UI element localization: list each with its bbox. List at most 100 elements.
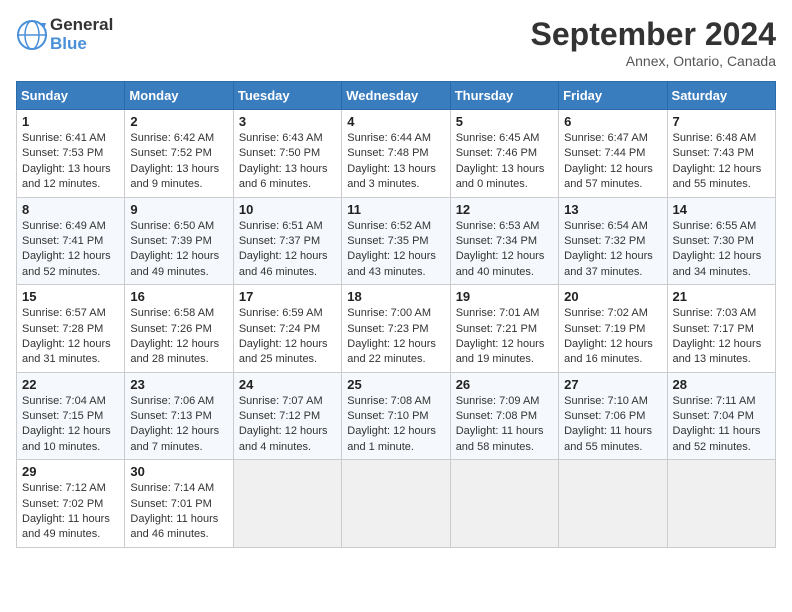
- day-number: 29: [22, 464, 119, 479]
- day-info: Sunrise: 7:08 AM Sunset: 7:10 PM Dayligh…: [347, 394, 444, 456]
- daylight-label: Daylight: 12 hours and 7 minutes.: [130, 425, 219, 452]
- calendar-cell: 15 Sunrise: 6:57 AM Sunset: 7:28 PM Dayl…: [17, 285, 125, 373]
- calendar-cell: 4 Sunrise: 6:44 AM Sunset: 7:48 PM Dayli…: [342, 110, 450, 198]
- day-info: Sunrise: 6:52 AM Sunset: 7:35 PM Dayligh…: [347, 219, 444, 281]
- day-number: 24: [239, 377, 336, 392]
- sunset-label: Sunset: 7:12 PM: [239, 410, 320, 422]
- sunrise-label: Sunrise: 7:09 AM: [456, 395, 540, 407]
- calendar-cell: 24 Sunrise: 7:07 AM Sunset: 7:12 PM Dayl…: [233, 372, 341, 460]
- daylight-label: Daylight: 12 hours and 31 minutes.: [22, 338, 111, 365]
- sunset-label: Sunset: 7:15 PM: [22, 410, 103, 422]
- sunset-label: Sunset: 7:39 PM: [130, 235, 211, 247]
- day-info: Sunrise: 6:47 AM Sunset: 7:44 PM Dayligh…: [564, 131, 661, 193]
- day-info: Sunrise: 7:14 AM Sunset: 7:01 PM Dayligh…: [130, 481, 227, 543]
- page-header: General Blue September 2024 Annex, Ontar…: [16, 16, 776, 69]
- calendar-cell: 29 Sunrise: 7:12 AM Sunset: 7:02 PM Dayl…: [17, 460, 125, 548]
- sunrise-label: Sunrise: 6:44 AM: [347, 132, 431, 144]
- daylight-label: Daylight: 12 hours and 40 minutes.: [456, 250, 545, 277]
- sunset-label: Sunset: 7:23 PM: [347, 323, 428, 335]
- day-number: 8: [22, 202, 119, 217]
- daylight-label: Daylight: 12 hours and 22 minutes.: [347, 338, 436, 365]
- sunset-label: Sunset: 7:37 PM: [239, 235, 320, 247]
- column-header-wednesday: Wednesday: [342, 82, 450, 110]
- day-number: 19: [456, 289, 553, 304]
- day-number: 1: [22, 114, 119, 129]
- sunrise-label: Sunrise: 6:52 AM: [347, 220, 431, 232]
- day-info: Sunrise: 6:57 AM Sunset: 7:28 PM Dayligh…: [22, 306, 119, 368]
- sunset-label: Sunset: 7:04 PM: [673, 410, 754, 422]
- calendar-cell: 21 Sunrise: 7:03 AM Sunset: 7:17 PM Dayl…: [667, 285, 775, 373]
- sunrise-label: Sunrise: 7:04 AM: [22, 395, 106, 407]
- day-number: 7: [673, 114, 770, 129]
- calendar-cell: 11 Sunrise: 6:52 AM Sunset: 7:35 PM Dayl…: [342, 197, 450, 285]
- daylight-label: Daylight: 11 hours and 46 minutes.: [130, 513, 218, 540]
- logo-blue-text: Blue: [50, 35, 113, 54]
- sunset-label: Sunset: 7:50 PM: [239, 147, 320, 159]
- day-info: Sunrise: 6:42 AM Sunset: 7:52 PM Dayligh…: [130, 131, 227, 193]
- sunrise-label: Sunrise: 7:02 AM: [564, 307, 648, 319]
- sunset-label: Sunset: 7:28 PM: [22, 323, 103, 335]
- day-info: Sunrise: 6:45 AM Sunset: 7:46 PM Dayligh…: [456, 131, 553, 193]
- sunset-label: Sunset: 7:02 PM: [22, 498, 103, 510]
- sunset-label: Sunset: 7:41 PM: [22, 235, 103, 247]
- calendar-week-row: 1 Sunrise: 6:41 AM Sunset: 7:53 PM Dayli…: [17, 110, 776, 198]
- column-header-tuesday: Tuesday: [233, 82, 341, 110]
- column-header-sunday: Sunday: [17, 82, 125, 110]
- daylight-label: Daylight: 12 hours and 57 minutes.: [564, 163, 653, 190]
- sunset-label: Sunset: 7:35 PM: [347, 235, 428, 247]
- daylight-label: Daylight: 13 hours and 6 minutes.: [239, 163, 328, 190]
- column-header-friday: Friday: [559, 82, 667, 110]
- calendar-cell: 5 Sunrise: 6:45 AM Sunset: 7:46 PM Dayli…: [450, 110, 558, 198]
- sunrise-label: Sunrise: 6:41 AM: [22, 132, 106, 144]
- day-info: Sunrise: 7:07 AM Sunset: 7:12 PM Dayligh…: [239, 394, 336, 456]
- daylight-label: Daylight: 12 hours and 43 minutes.: [347, 250, 436, 277]
- daylight-label: Daylight: 12 hours and 13 minutes.: [673, 338, 762, 365]
- day-number: 21: [673, 289, 770, 304]
- day-info: Sunrise: 7:01 AM Sunset: 7:21 PM Dayligh…: [456, 306, 553, 368]
- day-info: Sunrise: 7:06 AM Sunset: 7:13 PM Dayligh…: [130, 394, 227, 456]
- calendar-header-row: SundayMondayTuesdayWednesdayThursdayFrid…: [17, 82, 776, 110]
- day-info: Sunrise: 6:53 AM Sunset: 7:34 PM Dayligh…: [456, 219, 553, 281]
- day-number: 3: [239, 114, 336, 129]
- sunset-label: Sunset: 7:32 PM: [564, 235, 645, 247]
- calendar-table: SundayMondayTuesdayWednesdayThursdayFrid…: [16, 81, 776, 548]
- calendar-cell: 6 Sunrise: 6:47 AM Sunset: 7:44 PM Dayli…: [559, 110, 667, 198]
- calendar-week-row: 22 Sunrise: 7:04 AM Sunset: 7:15 PM Dayl…: [17, 372, 776, 460]
- day-info: Sunrise: 6:48 AM Sunset: 7:43 PM Dayligh…: [673, 131, 770, 193]
- daylight-label: Daylight: 13 hours and 0 minutes.: [456, 163, 545, 190]
- sunrise-label: Sunrise: 7:06 AM: [130, 395, 214, 407]
- daylight-label: Daylight: 12 hours and 25 minutes.: [239, 338, 328, 365]
- location-subtitle: Annex, Ontario, Canada: [531, 53, 776, 69]
- calendar-cell: 26 Sunrise: 7:09 AM Sunset: 7:08 PM Dayl…: [450, 372, 558, 460]
- sunrise-label: Sunrise: 6:42 AM: [130, 132, 214, 144]
- day-info: Sunrise: 6:50 AM Sunset: 7:39 PM Dayligh…: [130, 219, 227, 281]
- daylight-label: Daylight: 12 hours and 49 minutes.: [130, 250, 219, 277]
- sunrise-label: Sunrise: 7:10 AM: [564, 395, 648, 407]
- logo-general-text: General: [50, 16, 113, 35]
- sunrise-label: Sunrise: 7:07 AM: [239, 395, 323, 407]
- day-info: Sunrise: 7:11 AM Sunset: 7:04 PM Dayligh…: [673, 394, 770, 456]
- sunset-label: Sunset: 7:44 PM: [564, 147, 645, 159]
- calendar-week-row: 15 Sunrise: 6:57 AM Sunset: 7:28 PM Dayl…: [17, 285, 776, 373]
- day-number: 4: [347, 114, 444, 129]
- calendar-cell: 19 Sunrise: 7:01 AM Sunset: 7:21 PM Dayl…: [450, 285, 558, 373]
- sunrise-label: Sunrise: 7:03 AM: [673, 307, 757, 319]
- day-number: 2: [130, 114, 227, 129]
- calendar-cell: 25 Sunrise: 7:08 AM Sunset: 7:10 PM Dayl…: [342, 372, 450, 460]
- sunset-label: Sunset: 7:52 PM: [130, 147, 211, 159]
- sunrise-label: Sunrise: 6:45 AM: [456, 132, 540, 144]
- day-number: 9: [130, 202, 227, 217]
- daylight-label: Daylight: 12 hours and 4 minutes.: [239, 425, 328, 452]
- sunset-label: Sunset: 7:43 PM: [673, 147, 754, 159]
- day-number: 20: [564, 289, 661, 304]
- daylight-label: Daylight: 11 hours and 58 minutes.: [456, 425, 544, 452]
- sunrise-label: Sunrise: 7:14 AM: [130, 482, 214, 494]
- sunset-label: Sunset: 7:21 PM: [456, 323, 537, 335]
- calendar-week-row: 8 Sunrise: 6:49 AM Sunset: 7:41 PM Dayli…: [17, 197, 776, 285]
- daylight-label: Daylight: 12 hours and 46 minutes.: [239, 250, 328, 277]
- logo: General Blue: [16, 16, 113, 53]
- calendar-cell: 12 Sunrise: 6:53 AM Sunset: 7:34 PM Dayl…: [450, 197, 558, 285]
- month-title: September 2024: [531, 16, 776, 53]
- daylight-label: Daylight: 12 hours and 10 minutes.: [22, 425, 111, 452]
- day-number: 6: [564, 114, 661, 129]
